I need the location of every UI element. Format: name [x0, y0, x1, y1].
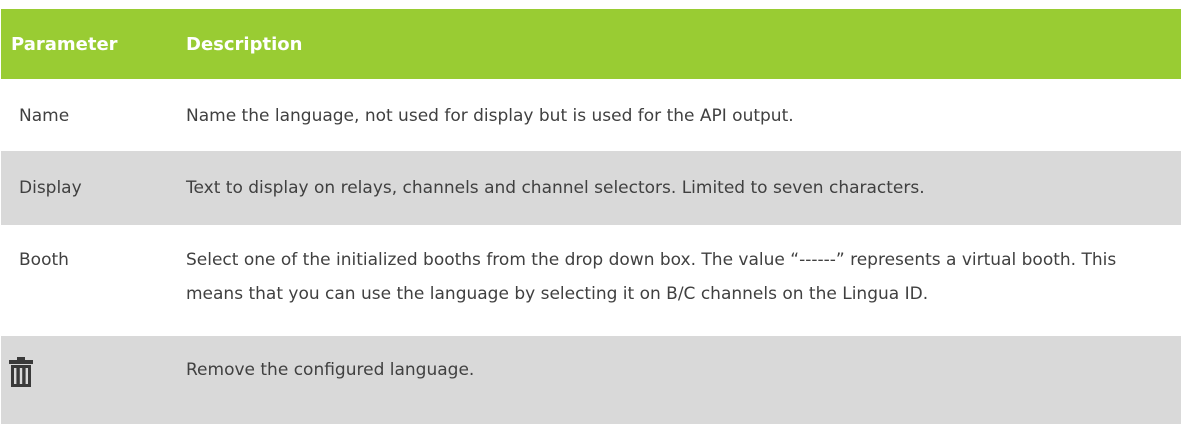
- table-row: Remove the configured language.: [1, 336, 1181, 424]
- table-row: Display Text to display on relays, chann…: [1, 151, 1181, 225]
- table-row: Name Name the language, not used for dis…: [1, 79, 1181, 151]
- parameter-table: Parameter Description Name Name the lang…: [1, 9, 1181, 424]
- row-parameter-remove: [1, 336, 167, 424]
- table-header-row: Parameter Description: [1, 9, 1181, 79]
- row-description-remove: Remove the configured language.: [186, 360, 475, 380]
- row-description-name: Name the language, not used for display …: [186, 106, 794, 126]
- row-parameter-name: Name: [19, 106, 70, 126]
- row-description-display: Text to display on relays, channels and …: [186, 178, 925, 198]
- row-parameter-booth: Booth: [19, 250, 69, 270]
- row-parameter-display: Display: [19, 178, 82, 198]
- header-parameter: Parameter: [11, 33, 118, 55]
- header-description: Description: [186, 33, 303, 55]
- table-row: Booth Select one of the initialized boot…: [1, 225, 1181, 336]
- trash-icon: [9, 357, 33, 387]
- row-description-booth: Select one of the initialized booths fro…: [186, 250, 1117, 304]
